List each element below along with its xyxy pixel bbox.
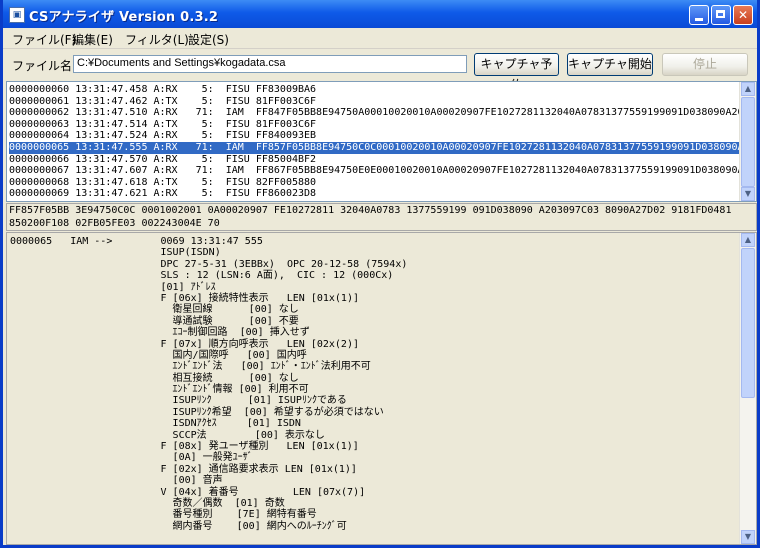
file-path-field[interactable]: C:¥Documents and Settings¥kogadata.csa <box>73 55 467 73</box>
decode-lines: 0000065 IAM --> 0069 13:31:47 555 ISUP(I… <box>10 236 742 532</box>
table-row[interactable]: 0000000061 13:31:47.462 A:TX 5: FISU 81F… <box>9 96 741 108</box>
decode-line: 網内番号 [00] 網内へのﾙｰﾁﾝｸﾞ可 <box>10 520 347 532</box>
decode-line: ISUP(ISDN) <box>10 247 221 259</box>
decode-line: F [02x] 通信路要求表示 LEN [01x(1)] <box>10 463 357 475</box>
scroll-down-icon[interactable]: ▼ <box>741 530 755 544</box>
stop-button[interactable]: 停止 <box>662 53 748 76</box>
decode-line: V [04x] 着番号 LEN [07x(7)] <box>10 486 366 498</box>
file-name-label: ファイル名 <box>12 59 73 73</box>
minimize-icon[interactable] <box>689 5 709 25</box>
scroll-up-icon[interactable]: ▲ <box>741 82 755 96</box>
scroll-thumb[interactable] <box>741 248 755 398</box>
table-row[interactable]: 0000000062 13:31:47.510 A:RX 71: IAM FF8… <box>9 107 741 119</box>
table-row[interactable]: 0000000069 13:31:47.621 A:RX 5: FISU FF8… <box>9 188 741 200</box>
packet-rows: 0000000060 13:31:47.458 A:RX 5: FISU FF8… <box>9 84 741 200</box>
scroll-down-icon[interactable]: ▼ <box>741 187 755 201</box>
maximize-icon[interactable] <box>711 5 731 25</box>
decode-line: ｴﾝﾄﾞｴﾝﾄﾞ法 [00] ｴﾝﾄﾞ・ｴﾝﾄﾞ法利用不可 <box>10 361 371 373</box>
close-icon[interactable]: ✕ <box>733 5 753 25</box>
decode-line: [01] ｱﾄﾞﾚｽ <box>10 281 216 293</box>
packet-list[interactable]: 0000000060 13:31:47.458 A:RX 5: FISU FF8… <box>6 81 757 202</box>
table-row[interactable]: 0000000068 13:31:47.618 A:TX 5: FISU 82F… <box>9 177 741 189</box>
decode-line: ｴﾝﾄﾞｴﾝﾄﾞ情報 [00] 利用不可 <box>10 384 309 396</box>
scroll-thumb[interactable] <box>741 97 755 187</box>
app-icon[interactable]: ▣ <box>9 7 25 23</box>
window-title: CSアナライザ Version 0.3.2 <box>29 10 219 25</box>
packet-list-scrollbar[interactable]: ▲ ▼ <box>739 82 756 201</box>
decode-line: F [08x] 発ユーザ種別 LEN [01x(1)] <box>10 441 359 453</box>
capture-schedule-button[interactable]: キャプチャ予約 <box>474 53 559 92</box>
scroll-up-icon[interactable]: ▲ <box>741 233 755 247</box>
decode-scrollbar[interactable]: ▲ ▼ <box>739 233 756 544</box>
decode-line: 衛星回線 [00] なし <box>10 304 299 316</box>
menu-filter[interactable]: フィルタ(L) <box>125 31 189 48</box>
table-row[interactable]: 0000000067 13:31:47.607 A:RX 71: IAM FF8… <box>9 165 741 177</box>
table-row[interactable]: 0000000064 13:31:47.524 A:RX 5: FISU FF8… <box>9 130 741 142</box>
decode-line: [00] 音声 <box>10 475 223 487</box>
hex-line: 850200F108 02FB05FE03 002243004E 70 <box>9 218 220 229</box>
decode-line: 奇数／偶数 [01] 奇数 <box>10 497 285 509</box>
decode-line: F [07x] 順方向呼表示 LEN [02x(2)] <box>10 338 359 350</box>
decode-line: ISUPﾘﾝｸ希望 [00] 希望するが必須ではない <box>10 406 384 418</box>
table-row[interactable]: 0000000060 13:31:47.458 A:RX 5: FISU FF8… <box>9 84 741 96</box>
decode-line: 0000065 IAM --> 0069 13:31:47 555 <box>10 236 263 247</box>
menu-bar: ファイル(F) 編集(E) フィルタ(L) 設定(S) <box>3 28 757 49</box>
decode-line: SCCP法 [00] 表示なし <box>10 429 325 441</box>
decode-line: [0A] 一般発ﾕｰｻﾞ <box>10 452 253 464</box>
hex-dump-pane[interactable]: FF857F05BB 3E94750C0C 0001002001 0A00020… <box>6 203 757 231</box>
menu-edit[interactable]: 編集(E) <box>72 31 113 48</box>
decode-line: F [06x] 接続特性表示 LEN [01x(1)] <box>10 292 359 304</box>
decode-pane[interactable]: 0000065 IAM --> 0069 13:31:47 555 ISUP(I… <box>6 232 757 545</box>
menu-file[interactable]: ファイル(F) <box>12 31 76 48</box>
table-row[interactable]: 0000000066 13:31:47.570 A:RX 5: FISU FF8… <box>9 154 741 166</box>
decode-line: ISDNｱｸｾｽ [01] ISDN <box>10 418 301 430</box>
decode-line: ISUPﾘﾝｸ [01] ISUPﾘﾝｸである <box>10 395 347 407</box>
table-row[interactable]: 0000000063 13:31:47.514 A:TX 5: FISU 81F… <box>9 119 741 131</box>
decode-line: SLS : 12 (LSN:6 A面), CIC : 12 (000Cx) <box>10 270 394 282</box>
decode-line: 番号種別 [7E] 網特有番号 <box>10 509 317 521</box>
main-window: ▣ CSアナライザ Version 0.3.2 ✕ ファイル(F) 編集(E) … <box>0 0 760 548</box>
decode-line: 国内/国際呼 [00] 国内呼 <box>10 349 307 361</box>
decode-line: 導通試験 [00] 不要 <box>10 315 299 327</box>
decode-line: DPC 27-5-31 (3EBBx) OPC 20-12-58 (7594x) <box>10 258 408 270</box>
toolbar: ファイル名 C:¥Documents and Settings¥kogadata… <box>3 49 757 92</box>
menu-settings[interactable]: 設定(S) <box>188 31 229 48</box>
decode-line: ｴｺｰ制御回路 [00] 挿入せず <box>10 327 310 339</box>
decode-line: 相互接続 [00] なし <box>10 372 299 384</box>
title-bar[interactable]: ▣ CSアナライザ Version 0.3.2 ✕ <box>3 0 757 28</box>
capture-start-button[interactable]: キャプチャ開始 <box>567 53 653 76</box>
table-row[interactable]: 0000000065 13:31:47.555 A:RX 71: IAM FF8… <box>9 141 741 154</box>
hex-line: FF857F05BB 3E94750C0C 0001002001 0A00020… <box>9 205 732 216</box>
